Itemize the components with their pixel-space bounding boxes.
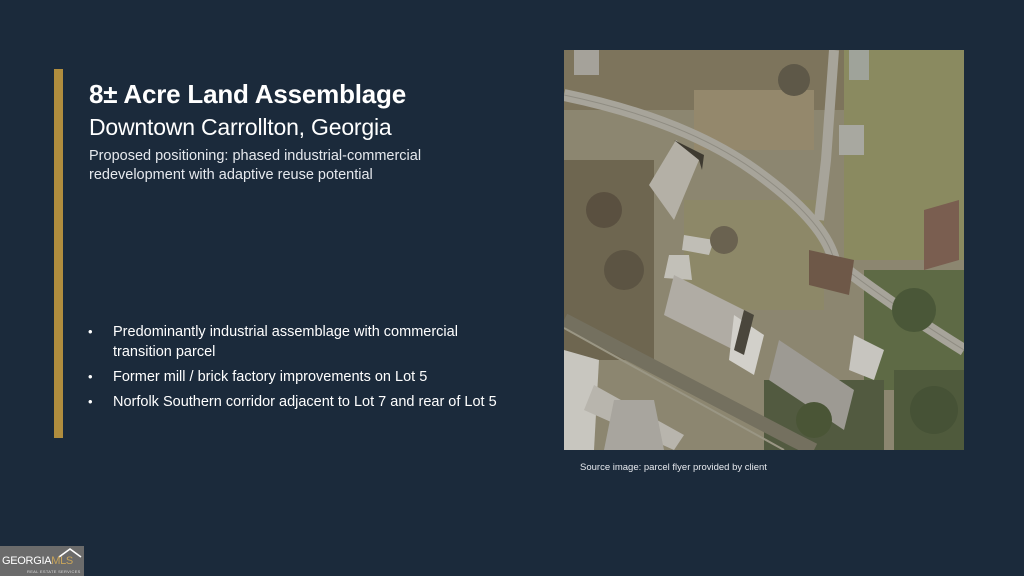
accent-bar [54,69,63,438]
bullet-text: Predominantly industrial assemblage with… [113,324,458,360]
bullet-item: • Predominantly industrial assemblage wi… [88,322,498,362]
bullet-text: Norfolk Southern corridor adjacent to Lo… [113,394,497,410]
bullet-item: • Former mill / brick factory improvemen… [88,367,498,387]
bullet-icon: • [88,324,93,339]
georgiamls-logo: GEORGIAMLS REAL ESTATE SERVICES [0,546,84,576]
bullet-list: • Predominantly industrial assemblage wi… [88,322,498,417]
bullet-icon: • [88,369,93,384]
slide: 8± Acre Land Assemblage Downtown Carroll… [0,0,1024,576]
slide-title: 8± Acre Land Assemblage [89,79,406,109]
logo-brand-accent: MLS [51,555,73,567]
bullet-item: • Norfolk Southern corridor adjacent to … [88,392,498,412]
slide-subtitle: Downtown Carrollton, Georgia [89,114,392,140]
slide-tagline: Proposed positioning: phased industrial-… [89,148,422,183]
bullet-text: Former mill / brick factory improvements… [113,369,428,385]
logo-wordmark: GEORGIAMLS [2,555,73,567]
logo-brand-main: GEORGIA [2,555,52,567]
bullet-icon: • [88,394,93,409]
image-caption: Source image: parcel flyer provided by c… [580,462,767,473]
aerial-photo [564,50,964,450]
logo-tagline: REAL ESTATE SERVICES [27,569,81,574]
